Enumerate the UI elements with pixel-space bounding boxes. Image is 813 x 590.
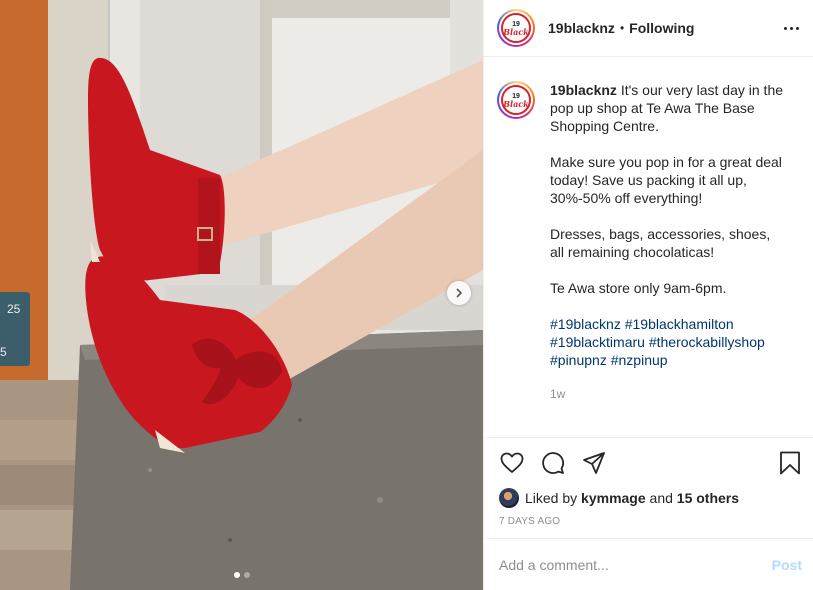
likes-summary: Liked by kymmage and 15 others: [484, 488, 813, 508]
plaque-number: 25: [7, 302, 21, 316]
carousel-dot: [243, 572, 250, 578]
brand-logo: 19 Black: [501, 13, 531, 43]
caption-paragraph: Make sure you pop in for a great deal to…: [550, 154, 782, 206]
heart-icon: [500, 452, 524, 473]
post-comment-button[interactable]: Post: [772, 557, 802, 573]
comment-button[interactable]: [540, 450, 566, 476]
comment-input[interactable]: [499, 556, 772, 573]
more-options-icon[interactable]: [784, 23, 799, 34]
logo-word: Black: [503, 26, 529, 37]
save-button[interactable]: [777, 450, 803, 476]
following-button[interactable]: Following: [629, 20, 694, 36]
likes-and: and: [649, 490, 673, 506]
avatar-ring: 19 Black: [499, 11, 533, 45]
share-icon: [583, 452, 605, 474]
post-actions: Liked by kymmage and 15 others 7 DAYS AG…: [484, 437, 813, 527]
comment-box: Post: [484, 538, 813, 590]
carousel-next-button[interactable]: [447, 281, 471, 305]
post-header: 19 Black 19blacknz • Following: [484, 0, 813, 57]
avatar-ring: 19 Black: [499, 83, 533, 117]
hashtag-link[interactable]: #pinupnz: [550, 352, 607, 368]
hashtag-link[interactable]: #therockabillyshop: [649, 334, 765, 350]
caption-username[interactable]: 19blacknz: [550, 82, 617, 98]
brand-logo: 19 Black: [501, 85, 531, 115]
share-button[interactable]: [581, 450, 607, 476]
post-photo: [0, 0, 483, 590]
chevron-right-icon: [456, 288, 463, 298]
avatar[interactable]: 19 Black: [497, 9, 535, 47]
likes-others-link[interactable]: 15 others: [677, 490, 739, 506]
liker-username[interactable]: kymmage: [581, 490, 646, 506]
caption-timestamp[interactable]: 1w: [550, 385, 788, 403]
header-username[interactable]: 19blacknz: [548, 20, 615, 36]
comment-icon: [542, 452, 564, 474]
caption-area: 19 Black 19blacknz It's our very last da…: [484, 57, 813, 437]
plaque-number-2: 5: [0, 345, 7, 359]
carousel-dot: [233, 572, 240, 578]
hashtag-link[interactable]: #19blackhamilton: [625, 316, 734, 332]
bookmark-icon: [780, 451, 800, 475]
caption-text: 19blacknz It's our very last day in the …: [550, 81, 788, 437]
hashtag-link[interactable]: #nzpinup: [611, 352, 668, 368]
logo-word: Black: [503, 98, 529, 109]
caption-paragraph: Dresses, bags, accessories, shoes, all r…: [550, 226, 771, 260]
action-bar: [484, 438, 813, 488]
like-button[interactable]: [499, 450, 525, 476]
hashtags: #19blacknz #19blackhamilton #19blacktima…: [550, 315, 788, 369]
avatar[interactable]: 19 Black: [497, 81, 535, 119]
post-media[interactable]: 25 5: [0, 0, 483, 590]
avatar[interactable]: [499, 488, 519, 508]
caption-paragraph: Te Awa store only 9am-6pm.: [550, 280, 727, 296]
hashtag-link[interactable]: #19blacknz: [550, 316, 621, 332]
post-details-panel: 19 Black 19blacknz • Following 19 Black …: [483, 0, 813, 590]
hashtag-link[interactable]: #19blacktimaru: [550, 334, 645, 350]
header-separator: •: [619, 21, 625, 35]
post-date[interactable]: 7 DAYS AGO: [484, 516, 813, 527]
likes-prefix: Liked by: [525, 490, 578, 506]
carousel-indicator: [0, 572, 483, 578]
